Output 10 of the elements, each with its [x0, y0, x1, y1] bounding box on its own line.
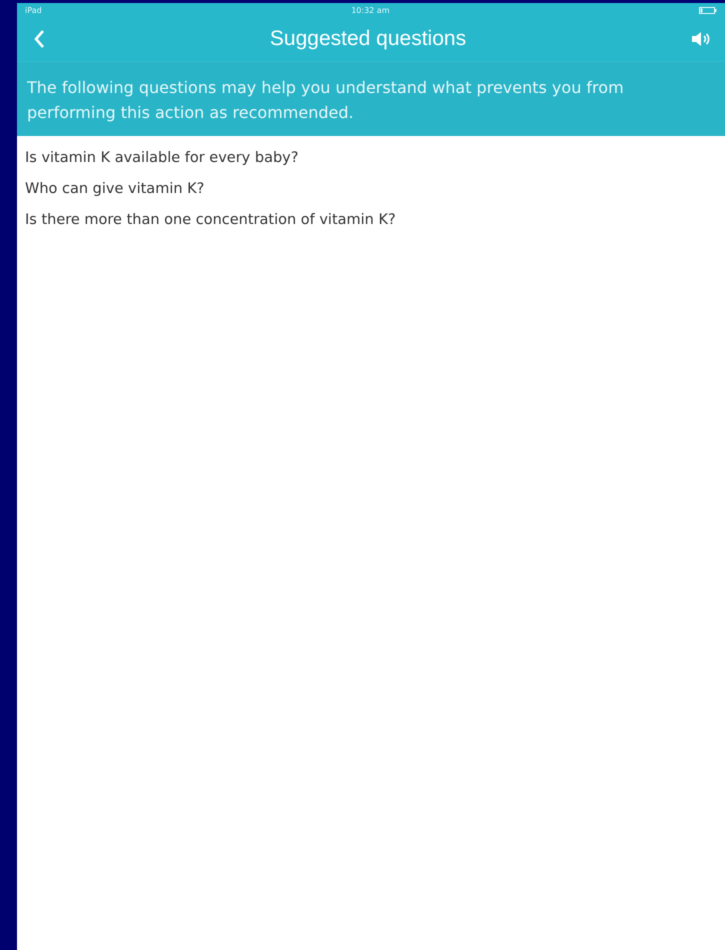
intro-text: The following questions may help you understand what prevents you from performing this action as recommended. [17, 61, 725, 136]
window-title: Suggested questions [270, 27, 466, 51]
carrier-label: iPad [25, 6, 42, 14]
question-item[interactable]: Who can give vitamin K? [17, 173, 725, 204]
question-item[interactable]: Is there more than one concentration of vitamin K? [17, 204, 725, 235]
question-item[interactable]: Is vitamin K available for every baby? [17, 142, 725, 173]
chevron-left-icon [33, 29, 45, 49]
speaker-icon [691, 31, 711, 47]
battery-icon [699, 6, 717, 14]
status-time: 10:32 am [351, 6, 390, 14]
